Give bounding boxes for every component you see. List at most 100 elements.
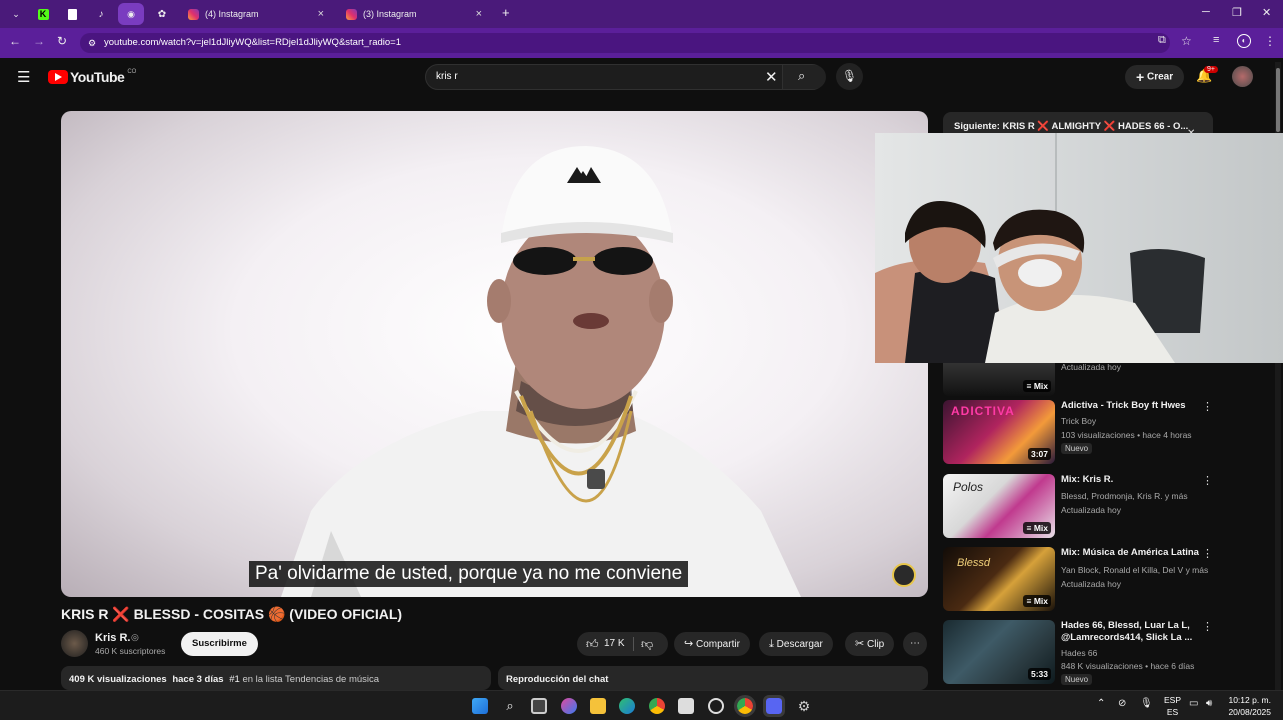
download-label: Descargar [776, 639, 823, 650]
file-explorer-icon[interactable] [590, 698, 606, 714]
microphone-icon[interactable]: 🎙 [1140, 698, 1153, 709]
pinned-tab-notes[interactable] [59, 3, 85, 25]
reading-list-icon[interactable]: ≡ [1213, 34, 1219, 46]
chatgpt-icon: ✿ [157, 8, 167, 20]
like-icon[interactable]: 👍︎ [586, 632, 599, 656]
video-thumbnail[interactable]: 5:33 [943, 620, 1055, 684]
chrome-icon[interactable] [649, 698, 665, 714]
item-title: Mix: Kris R. [1061, 474, 1114, 485]
tab-instagram-2[interactable]: (3) Instagram × [338, 3, 490, 25]
more-actions-button[interactable]: ⋯ [903, 632, 927, 656]
new-badge: Nuevo [1061, 674, 1093, 685]
list-item[interactable]: Blessd ≡ Mix Mix: Música de América Lati… [943, 547, 1233, 611]
pinned-tab-chatgpt[interactable]: ✿ [149, 3, 175, 25]
clock-app-icon[interactable] [708, 698, 724, 714]
windows-start-icon[interactable] [472, 698, 488, 714]
display-icon[interactable]: ▭ [1189, 698, 1198, 709]
task-view-icon[interactable] [531, 698, 547, 714]
microsoft-store-icon[interactable] [678, 698, 694, 714]
video-thumbnail[interactable]: Polos ≡ Mix [943, 474, 1055, 538]
edge-icon[interactable] [619, 698, 635, 714]
chrome-active-icon[interactable] [734, 695, 756, 717]
pinned-tab-youtube[interactable]: ◉ [118, 3, 144, 25]
tray-chevron-icon[interactable]: ⌃ [1097, 698, 1105, 709]
voice-search-icon[interactable]: 🎙 [836, 63, 863, 90]
profile-icon[interactable]: ◐ [1237, 34, 1251, 48]
share-button[interactable]: ↪ Compartir [674, 632, 750, 656]
volume-icon[interactable]: 🔊︎ [1206, 698, 1212, 709]
tab-menu-button[interactable]: ⌄ [3, 3, 29, 25]
settings-gear-icon[interactable]: ⚙ [796, 698, 812, 714]
maximize-icon[interactable]: ❐ [1232, 6, 1242, 19]
bookmark-star-icon[interactable]: ☆ [1181, 34, 1192, 48]
discord-icon[interactable] [763, 695, 785, 717]
scrollbar-thumb[interactable] [1276, 68, 1280, 132]
item-channel: Blessd, Prodmonja, Kris R. y más [1061, 491, 1188, 501]
trending-link[interactable]: en la lista Tendencias de música [242, 674, 379, 685]
cast-icon[interactable]: ⧉ [1158, 34, 1166, 47]
video-thumbnail[interactable]: Blessd ≡ Mix [943, 547, 1055, 611]
chat-replay-label: Reproducción del chat [506, 674, 609, 685]
window-close-icon[interactable]: ✕ [1262, 6, 1271, 19]
close-icon[interactable]: × [318, 8, 324, 20]
list-item[interactable]: ADICTIVA 3:07 Adictiva - Trick Boy ft Hw… [943, 400, 1233, 464]
browser-menu-icon[interactable]: ⋮ [1264, 34, 1276, 48]
reload-icon[interactable]: ↻ [57, 34, 67, 48]
more-options-icon[interactable]: ⋮ [1202, 620, 1213, 633]
channel-name[interactable]: Kris R. [95, 632, 130, 644]
item-channel: Yan Block, Ronald el Killa, Del V y más [1061, 565, 1209, 575]
forward-icon[interactable]: → [33, 34, 45, 48]
clip-button[interactable]: ✂ Clip [845, 632, 895, 656]
more-options-icon[interactable]: ⋮ [1202, 474, 1213, 487]
partial-thumbnail[interactable]: ≡ Mix [943, 363, 1055, 396]
more-options-icon[interactable]: ⋮ [1202, 547, 1213, 560]
search-button[interactable]: ⌕ [782, 65, 826, 89]
youtube-logo[interactable]: YouTube CO [48, 69, 136, 85]
minimize-icon[interactable]: ─ [1202, 6, 1210, 18]
item-meta: Actualizada hoy [1061, 505, 1122, 515]
webcam-overlay [875, 133, 1283, 363]
video-thumbnail[interactable]: ADICTIVA 3:07 [943, 400, 1055, 464]
avatar[interactable] [1232, 66, 1253, 87]
create-label: Crear [1146, 71, 1174, 83]
create-button[interactable]: + Crear [1125, 65, 1185, 89]
mix-badge: ≡ Mix [1023, 595, 1051, 607]
list-item[interactable]: Polos ≡ Mix Mix: Kris R. Blessd, Prodmon… [943, 474, 1233, 538]
tab-instagram-1[interactable]: (4) Instagram × [180, 3, 332, 25]
description-box[interactable]: 409 K visualizaciones hace 3 días #1 en … [61, 666, 491, 690]
url-text: youtube.com/watch?v=jel1dJliyWQ&list=RDj… [104, 37, 401, 48]
duration: 3:07 [1027, 448, 1051, 460]
hamburger-menu-icon[interactable]: ☰ [17, 68, 30, 86]
pinned-tab-kick[interactable]: K [30, 3, 56, 25]
channel-avatar[interactable] [61, 630, 88, 657]
more-options-icon[interactable]: ⋮ [1202, 400, 1213, 413]
like-count[interactable]: 17 K [604, 632, 625, 656]
copilot-icon[interactable] [561, 698, 577, 714]
notification-badge: 9+ [1204, 66, 1218, 73]
search-icon[interactable]: ⌕ [502, 698, 518, 714]
new-badge: Nuevo [1061, 443, 1093, 454]
download-button[interactable]: ⤓ Descargar [759, 632, 833, 656]
share-label: Compartir [696, 639, 740, 650]
search-box[interactable]: kris r ✕ ⌕ [425, 64, 826, 90]
subscribe-button[interactable]: Suscribirme [181, 632, 258, 656]
search-input[interactable]: kris r [436, 71, 458, 82]
system-clock[interactable]: 10:12 p. m. 20/08/2025 [1228, 694, 1271, 718]
back-icon[interactable]: ← [9, 34, 21, 48]
item-meta: 848 K visualizaciones • hace 6 días [1061, 661, 1195, 671]
url-bar[interactable]: ⚙ youtube.com/watch?v=jel1dJliyWQ&list=R… [80, 33, 1170, 53]
language-indicator[interactable]: ESP ES [1164, 694, 1181, 718]
thumbnail-text: ADICTIVA [951, 404, 1015, 418]
clear-search-icon[interactable]: ✕ [765, 68, 778, 86]
dislike-icon[interactable]: 👎︎ [641, 632, 653, 656]
channel-watermark-icon[interactable] [892, 563, 916, 587]
chat-replay-box[interactable]: Reproducción del chat [498, 666, 928, 690]
site-info-icon[interactable]: ⚙ [88, 33, 96, 53]
pinned-tab-tiktok[interactable]: ♪ [88, 3, 114, 25]
search-icon: ⌕ [798, 68, 806, 83]
network-off-icon[interactable]: ⊘ [1118, 698, 1126, 709]
new-tab-button[interactable]: + [502, 5, 510, 20]
list-item[interactable]: 5:33 Hades 66, Blessd, Luar La L, @Lamre… [943, 620, 1233, 685]
video-player[interactable] [61, 111, 928, 597]
close-icon[interactable]: × [476, 8, 482, 20]
